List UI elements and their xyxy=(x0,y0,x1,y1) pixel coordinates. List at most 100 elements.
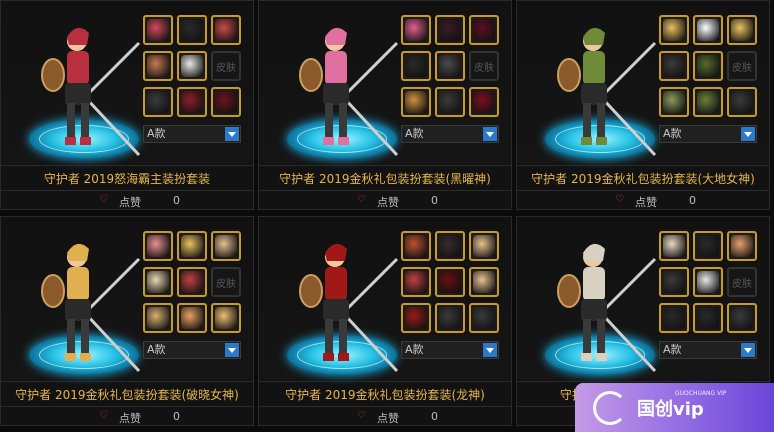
equipment-slot[interactable] xyxy=(659,267,689,297)
variant-select-value: A款 xyxy=(147,127,166,140)
equipment-slot[interactable] xyxy=(401,303,431,333)
variant-select[interactable]: A款 xyxy=(401,125,499,143)
equipment-slot[interactable] xyxy=(211,15,241,45)
equipment-slot[interactable] xyxy=(693,51,723,81)
equipment-slot[interactable] xyxy=(401,231,431,261)
skin-slot[interactable]: 皮肤 xyxy=(211,267,241,297)
equipment-slot[interactable] xyxy=(469,231,499,261)
equipment-slot[interactable] xyxy=(727,87,757,117)
equipment-slot[interactable] xyxy=(401,15,431,45)
heart-icon[interactable]: ♡ xyxy=(357,410,366,421)
equipment-slot[interactable] xyxy=(659,303,689,333)
equipment-slot[interactable] xyxy=(177,303,207,333)
equipment-slot[interactable] xyxy=(693,15,723,45)
equipment-slot[interactable] xyxy=(143,231,173,261)
equipment-slot[interactable] xyxy=(693,267,723,297)
chevron-down-icon[interactable] xyxy=(225,127,239,141)
equipment-slot[interactable] xyxy=(177,51,207,81)
costume-card[interactable]: A款 守护者 2019金秋礼包装扮套装(龙神) ♡ 点赞 0 xyxy=(258,216,512,426)
skin-slot[interactable]: 皮肤 xyxy=(727,51,757,81)
equipment-item-icon xyxy=(405,91,427,113)
equipment-slot[interactable] xyxy=(435,231,465,261)
equipment-slot[interactable] xyxy=(211,231,241,261)
variant-select[interactable]: A款 xyxy=(659,125,757,143)
equipment-slot[interactable] xyxy=(143,303,173,333)
heart-icon[interactable]: ♡ xyxy=(99,410,108,421)
equipment-item-icon xyxy=(147,271,169,293)
chevron-down-icon[interactable] xyxy=(741,343,755,357)
equipment-slot[interactable] xyxy=(693,87,723,117)
costume-title[interactable]: 守护者 2019怒海霸主装扮套装 xyxy=(1,165,253,191)
costume-card[interactable]: 皮肤 A款 守护者 2019金秋礼包装扮套装(破晓女神) ♡ 点赞 0 xyxy=(0,216,254,426)
equipment-slot[interactable] xyxy=(177,231,207,261)
costume-card[interactable]: 皮肤 A款 守护者 2019怒海霸主装扮套装 ♡ 点赞 0 xyxy=(0,0,254,210)
equipment-slot[interactable] xyxy=(435,267,465,297)
equipment-slot[interactable] xyxy=(177,15,207,45)
equipment-item-icon xyxy=(215,235,237,257)
equipment-item-icon xyxy=(731,19,753,41)
like-button-label[interactable]: 点赞 xyxy=(377,194,399,210)
chevron-down-icon[interactable] xyxy=(483,343,497,357)
equipment-slot[interactable] xyxy=(659,231,689,261)
equipment-item-icon xyxy=(663,55,685,77)
equipment-slot[interactable] xyxy=(211,87,241,117)
skin-slot[interactable]: 皮肤 xyxy=(211,51,241,81)
costume-title[interactable]: 守护者 2019金秋礼包装扮套装(破晓女神) xyxy=(1,381,253,407)
equipment-slot[interactable] xyxy=(727,303,757,333)
equipment-item-icon xyxy=(147,91,169,113)
equipment-slot[interactable] xyxy=(693,303,723,333)
heart-icon[interactable]: ♡ xyxy=(615,194,624,205)
equipment-slot[interactable] xyxy=(659,87,689,117)
costume-title[interactable]: 守护者 2019金秋礼包装扮套装(大地女神) xyxy=(517,165,769,191)
like-button-label[interactable]: 点赞 xyxy=(119,194,141,210)
equipment-slot[interactable] xyxy=(469,303,499,333)
equipment-slot[interactable] xyxy=(435,87,465,117)
like-button-label[interactable]: 点赞 xyxy=(377,410,399,426)
skin-slot[interactable]: 皮肤 xyxy=(727,267,757,297)
equipment-slot[interactable] xyxy=(469,15,499,45)
like-button-label[interactable]: 点赞 xyxy=(119,410,141,426)
like-row: ♡ 点赞 0 xyxy=(1,407,253,427)
costume-card[interactable]: 皮肤 A款 守护者 2019金秋礼包装扮套装(大地女神) ♡ 点赞 0 xyxy=(516,0,770,210)
variant-select[interactable]: A款 xyxy=(143,341,241,359)
equipment-slot[interactable] xyxy=(469,267,499,297)
chevron-down-icon[interactable] xyxy=(225,343,239,357)
costume-title[interactable]: 守护者 2019金秋礼包装扮套装(龙神) xyxy=(259,381,511,407)
equipment-slot[interactable] xyxy=(177,267,207,297)
equipment-slot[interactable] xyxy=(143,51,173,81)
equipment-slot[interactable] xyxy=(177,87,207,117)
like-button-label[interactable]: 点赞 xyxy=(635,194,657,210)
equipment-item-icon xyxy=(663,235,685,257)
variant-select[interactable]: A款 xyxy=(143,125,241,143)
heart-icon[interactable]: ♡ xyxy=(357,194,366,205)
skin-slot[interactable]: 皮肤 xyxy=(469,51,499,81)
equipment-slot[interactable] xyxy=(727,15,757,45)
costume-title[interactable]: 守护者 2019金秋礼包装扮套装(黑曜神) xyxy=(259,165,511,191)
equipment-slot[interactable] xyxy=(143,267,173,297)
character-preview xyxy=(299,243,399,373)
equipment-slot[interactable] xyxy=(211,303,241,333)
equipment-slot[interactable] xyxy=(143,15,173,45)
chevron-down-icon[interactable] xyxy=(741,127,755,141)
like-row: ♡ 点赞 0 xyxy=(259,407,511,427)
equipment-slot[interactable] xyxy=(727,231,757,261)
equipment-slot[interactable] xyxy=(469,87,499,117)
equipment-slot[interactable] xyxy=(659,15,689,45)
equipment-slot[interactable] xyxy=(435,15,465,45)
chevron-down-icon[interactable] xyxy=(483,127,497,141)
variant-select-value: A款 xyxy=(663,343,682,356)
equipment-item-icon xyxy=(697,307,719,329)
equipment-slot[interactable] xyxy=(435,303,465,333)
heart-icon[interactable]: ♡ xyxy=(99,194,108,205)
equipment-slot[interactable] xyxy=(401,267,431,297)
equipment-slot[interactable] xyxy=(693,231,723,261)
equipment-slot[interactable] xyxy=(143,87,173,117)
equipment-item-icon xyxy=(439,91,461,113)
equipment-slot[interactable] xyxy=(401,51,431,81)
equipment-slot[interactable] xyxy=(401,87,431,117)
equipment-slot[interactable] xyxy=(659,51,689,81)
variant-select[interactable]: A款 xyxy=(659,341,757,359)
costume-card[interactable]: 皮肤 A款 守护者 2019金秋礼包装扮套装(黑曜神) ♡ 点赞 0 xyxy=(258,0,512,210)
variant-select[interactable]: A款 xyxy=(401,341,499,359)
equipment-slot[interactable] xyxy=(435,51,465,81)
